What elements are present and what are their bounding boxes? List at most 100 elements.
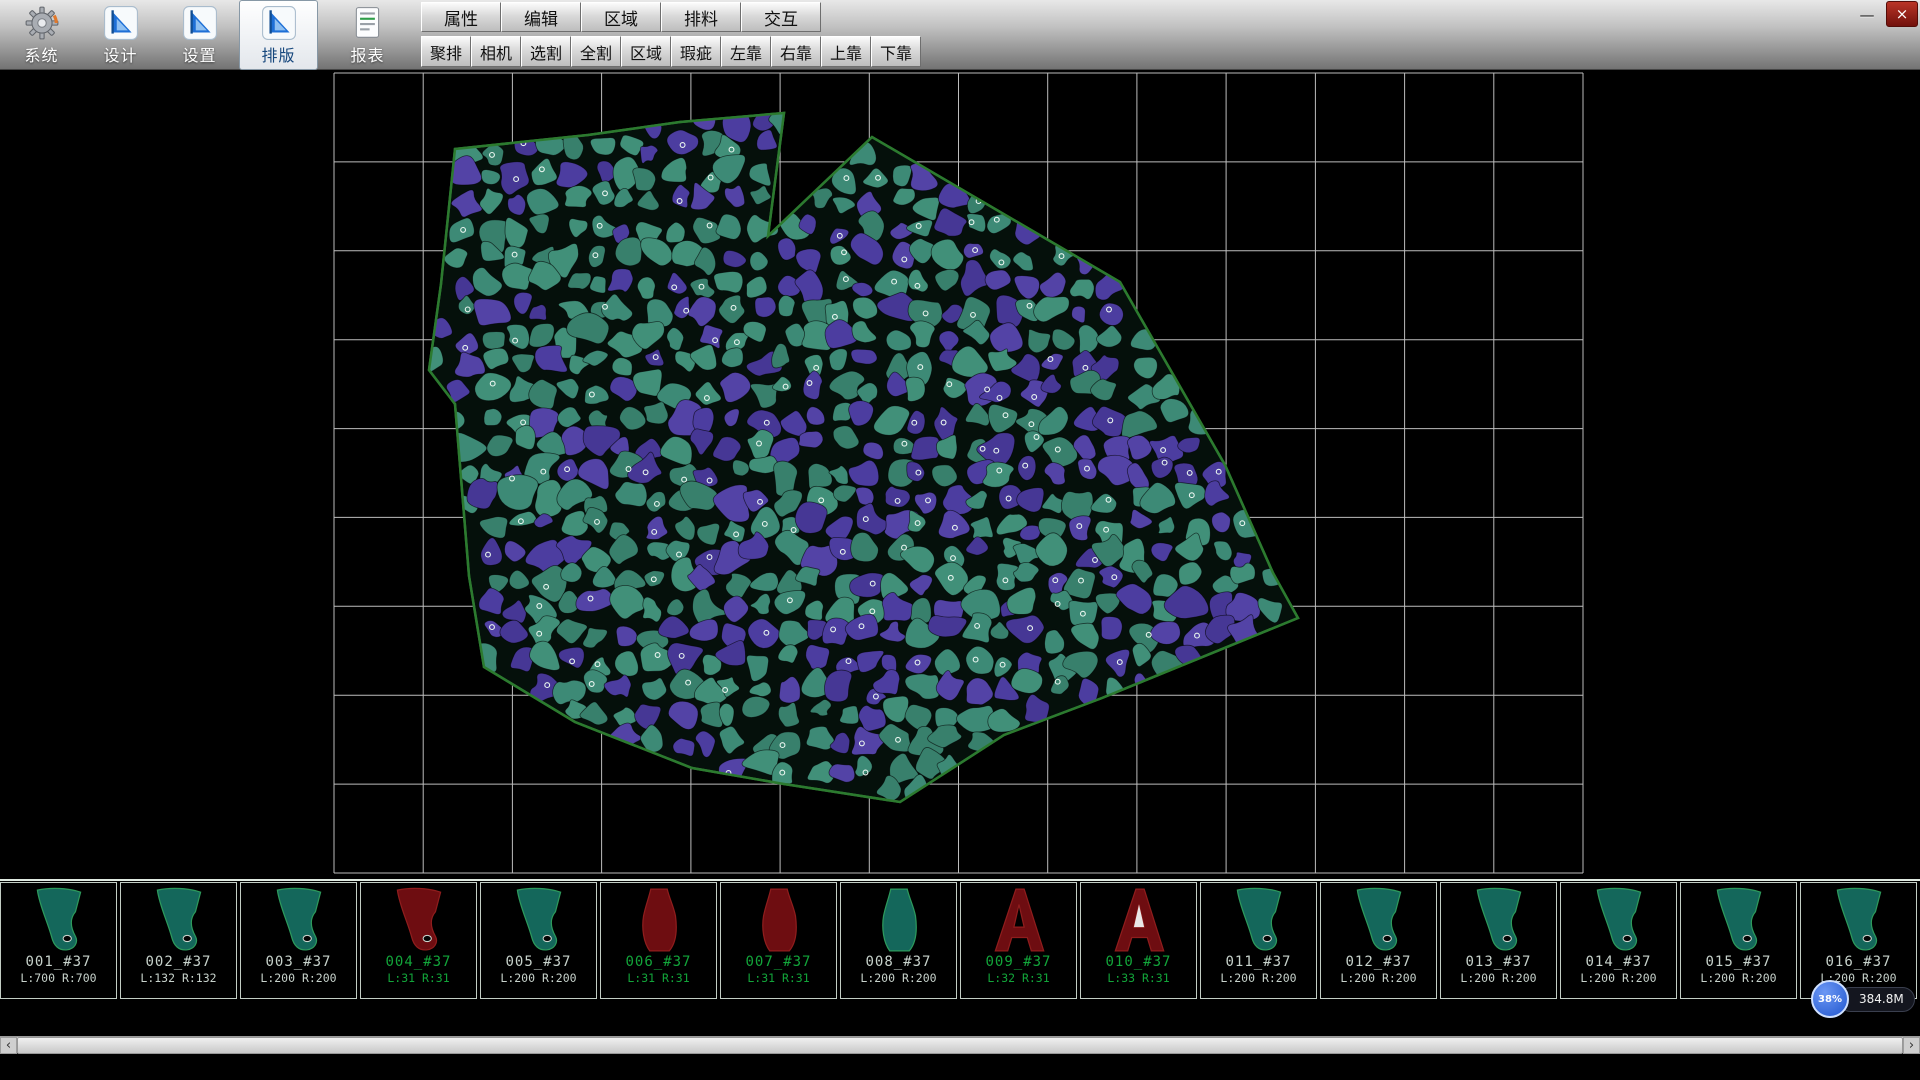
piece-lr-size: L:200 R:200 xyxy=(500,971,576,985)
piece-shape-icon xyxy=(984,885,1054,957)
piece-shape-icon xyxy=(1224,885,1294,957)
piece-lr-size: L:31 R:31 xyxy=(747,971,809,985)
piece-lr-size: L:700 R:700 xyxy=(20,971,96,985)
piece-name: 009_#37 xyxy=(985,954,1051,970)
piece-shape-icon xyxy=(1104,885,1174,957)
mode-system[interactable]: 系统 xyxy=(2,0,81,70)
scroll-right-icon[interactable]: › xyxy=(1903,1037,1920,1054)
mode-switcher: 系统设计 设置 排版 报表 xyxy=(2,0,407,70)
close-button[interactable]: × xyxy=(1886,1,1918,27)
menu-top-item-4[interactable]: 排料 xyxy=(661,2,741,32)
mode-label: 报表 xyxy=(350,42,384,66)
piece-shape-icon xyxy=(1704,885,1774,957)
menu-bottom-item-7[interactable]: 左靠 xyxy=(721,36,771,67)
piece-name: 010_#37 xyxy=(1105,954,1171,970)
mode-design[interactable]: 设计 xyxy=(81,0,160,70)
mode-settings[interactable]: 设置 xyxy=(160,0,239,70)
piece-lr-size: L:31 R:31 xyxy=(627,971,689,985)
piece-thumbnail-008_#37[interactable]: 008_#37L:200 R:200 xyxy=(840,882,957,999)
piece-lr-size: L:200 R:200 xyxy=(1700,971,1776,985)
piece-shape-icon xyxy=(384,885,454,957)
piece-thumbnail-013_#37[interactable]: 013_#37L:200 R:200 xyxy=(1440,882,1557,999)
piece-thumbnail-002_#37[interactable]: 002_#37L:132 R:132 xyxy=(120,882,237,999)
piece-thumbnail-004_#37[interactable]: 004_#37L:31 R:31 xyxy=(360,882,477,999)
scrollbar-thumb[interactable] xyxy=(17,1037,1903,1054)
piece-name: 012_#37 xyxy=(1345,954,1411,970)
nesting-canvas[interactable] xyxy=(0,70,1920,879)
piece-name: 011_#37 xyxy=(1225,954,1291,970)
piece-thumbnail-015_#37[interactable]: 015_#37L:200 R:200 xyxy=(1680,882,1797,999)
piece-shape-icon xyxy=(1584,885,1654,957)
piece-shape-icon xyxy=(1464,885,1534,957)
piece-shape-icon xyxy=(504,885,574,957)
app-window: 系统设计设置排版报表 属性编辑区域排料交互 聚排相机选割全割区域瑕疵左靠右靠上靠… xyxy=(0,0,1920,1080)
menu-bottom-item-5[interactable]: 区域 xyxy=(621,36,671,67)
progress-indicator: 38% xyxy=(1811,980,1849,1018)
menu-bottom-item-9[interactable]: 上靠 xyxy=(821,36,871,67)
memory-badge: 384.8M xyxy=(1838,987,1915,1012)
piece-name: 014_#37 xyxy=(1585,954,1651,970)
piece-name: 003_#37 xyxy=(265,954,331,970)
menu-top-item-1[interactable]: 属性 xyxy=(421,2,501,32)
piece-shape-icon xyxy=(1824,885,1894,957)
piece-thumbnail-014_#37[interactable]: 014_#37L:200 R:200 xyxy=(1560,882,1677,999)
piece-lr-size: L:31 R:31 xyxy=(387,971,449,985)
sail-icon xyxy=(182,5,218,41)
piece-lr-size: L:200 R:200 xyxy=(860,971,936,985)
horizontal-scrollbar[interactable]: ‹ › xyxy=(0,1036,1920,1053)
sail-icon xyxy=(103,5,139,41)
menu-top-item-5[interactable]: 交互 xyxy=(741,2,821,32)
piece-name: 002_#37 xyxy=(145,954,211,970)
piece-thumbnail-009_#37[interactable]: 009_#37L:32 R:31 xyxy=(960,882,1077,999)
piece-name: 016_#37 xyxy=(1825,954,1891,970)
piece-shape-icon xyxy=(264,885,334,957)
piece-lr-size: L:200 R:200 xyxy=(1340,971,1416,985)
piece-thumbnail-012_#37[interactable]: 012_#37L:200 R:200 xyxy=(1320,882,1437,999)
gear-icon xyxy=(24,5,60,41)
piece-lr-size: L:200 R:200 xyxy=(1460,971,1536,985)
piece-thumbnail-007_#37[interactable]: 007_#37L:31 R:31 xyxy=(720,882,837,999)
piece-lr-size: L:33 R:31 xyxy=(1107,971,1169,985)
menu-top-item-2[interactable]: 编辑 xyxy=(501,2,581,32)
mode-label: 设置 xyxy=(182,42,216,66)
mode-label: 设计 xyxy=(103,42,137,66)
menu-bottom-item-3[interactable]: 选割 xyxy=(521,36,571,67)
piece-name: 006_#37 xyxy=(625,954,691,970)
piece-thumbnail-006_#37[interactable]: 006_#37L:31 R:31 xyxy=(600,882,717,999)
menu-bottom-item-1[interactable]: 聚排 xyxy=(421,36,471,67)
piece-lr-size: L:200 R:200 xyxy=(260,971,336,985)
toolbar: 系统设计设置排版报表 属性编辑区域排料交互 聚排相机选割全割区域瑕疵左靠右靠上靠… xyxy=(0,0,1920,70)
piece-filmstrip: 001_#37L:700 R:700002_#37L:132 R:132003_… xyxy=(0,879,1920,1000)
piece-thumbnail-001_#37[interactable]: 001_#37L:700 R:700 xyxy=(0,882,117,999)
menu-bottom-item-8[interactable]: 右靠 xyxy=(771,36,821,67)
piece-thumbnail-005_#37[interactable]: 005_#37L:200 R:200 xyxy=(480,882,597,999)
piece-shape-icon xyxy=(864,885,934,957)
piece-shape-icon xyxy=(144,885,214,957)
piece-name: 008_#37 xyxy=(865,954,931,970)
menu-bottom-item-10[interactable]: 下靠 xyxy=(871,36,921,67)
piece-thumbnail-016_#37[interactable]: 016_#37L:200 R:200 xyxy=(1800,882,1917,999)
menu-bottom-item-2[interactable]: 相机 xyxy=(471,36,521,67)
menu-top-item-3[interactable]: 区域 xyxy=(581,2,661,32)
piece-lr-size: L:200 R:200 xyxy=(1220,971,1296,985)
piece-thumbnail-003_#37[interactable]: 003_#37L:200 R:200 xyxy=(240,882,357,999)
menu-row-bottom: 聚排相机选割全割区域瑕疵左靠右靠上靠下靠 xyxy=(421,36,921,67)
scroll-left-icon[interactable]: ‹ xyxy=(0,1037,17,1054)
menu-bottom-item-4[interactable]: 全割 xyxy=(571,36,621,67)
piece-shape-icon xyxy=(24,885,94,957)
piece-thumbnail-010_#37[interactable]: 010_#37L:33 R:31 xyxy=(1080,882,1197,999)
mode-layout[interactable]: 排版 xyxy=(239,0,318,70)
piece-name: 005_#37 xyxy=(505,954,571,970)
piece-shape-icon xyxy=(1344,885,1414,957)
piece-shape-icon xyxy=(624,885,694,957)
mode-label: 排版 xyxy=(261,42,295,66)
menu-bottom-item-6[interactable]: 瑕疵 xyxy=(671,36,721,67)
mode-report[interactable]: 报表 xyxy=(328,0,407,70)
piece-lr-size: L:32 R:31 xyxy=(987,971,1049,985)
menu-bar: 属性编辑区域排料交互 聚排相机选割全割区域瑕疵左靠右靠上靠下靠 xyxy=(421,0,921,67)
report-icon xyxy=(350,5,386,41)
piece-name: 015_#37 xyxy=(1705,954,1771,970)
minimize-button[interactable]: — xyxy=(1852,3,1882,27)
piece-thumbnail-011_#37[interactable]: 011_#37L:200 R:200 xyxy=(1200,882,1317,999)
menu-row-top: 属性编辑区域排料交互 xyxy=(421,2,921,32)
